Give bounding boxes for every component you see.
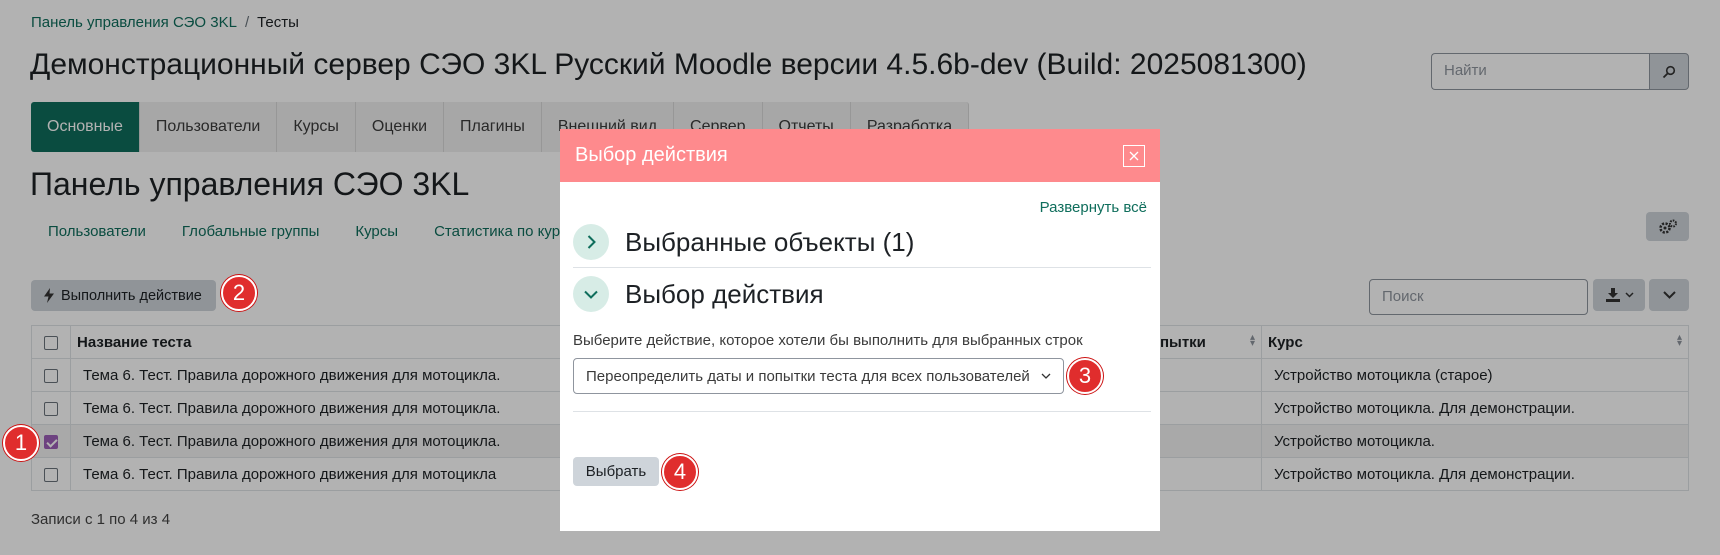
expand-all-link[interactable]: Развернуть всё xyxy=(1040,199,1147,216)
close-icon xyxy=(1129,151,1139,160)
action-modal: Выбор действия Развернуть всё Выбранные … xyxy=(560,129,1160,531)
section-toggle[interactable] xyxy=(573,224,609,260)
page: Панель управления СЭО 3KL / Тесты Демонс… xyxy=(0,0,1720,555)
modal-title: Выбор действия xyxy=(575,144,728,166)
modal-header: Выбор действия xyxy=(560,129,1160,182)
section-selected-objects[interactable]: Выбранные объекты (1) xyxy=(573,224,1151,260)
section-action-title: Выбор действия xyxy=(625,278,824,309)
chevron-down-icon xyxy=(1041,373,1051,379)
step-badge-4: 4 xyxy=(662,454,698,490)
close-button[interactable] xyxy=(1123,144,1145,167)
chevron-right-icon xyxy=(587,235,596,249)
step-badge-3: 3 xyxy=(1067,358,1103,394)
section-selected-title: Выбранные объекты (1) xyxy=(625,226,915,257)
divider xyxy=(573,267,1151,268)
action-select-label: Выберите действие, которое хотели бы вып… xyxy=(573,332,1083,349)
action-select[interactable]: Переопределить даты и попытки теста для … xyxy=(573,358,1064,394)
chevron-down-icon xyxy=(584,290,598,299)
divider xyxy=(573,411,1151,412)
choose-button[interactable]: Выбрать xyxy=(573,457,659,486)
section-toggle[interactable] xyxy=(573,276,609,312)
section-choose-action[interactable]: Выбор действия xyxy=(573,276,1151,312)
step-badge-1: 1 xyxy=(3,425,39,461)
step-badge-2: 2 xyxy=(221,275,257,311)
action-select-value: Переопределить даты и попытки теста для … xyxy=(586,367,1030,385)
